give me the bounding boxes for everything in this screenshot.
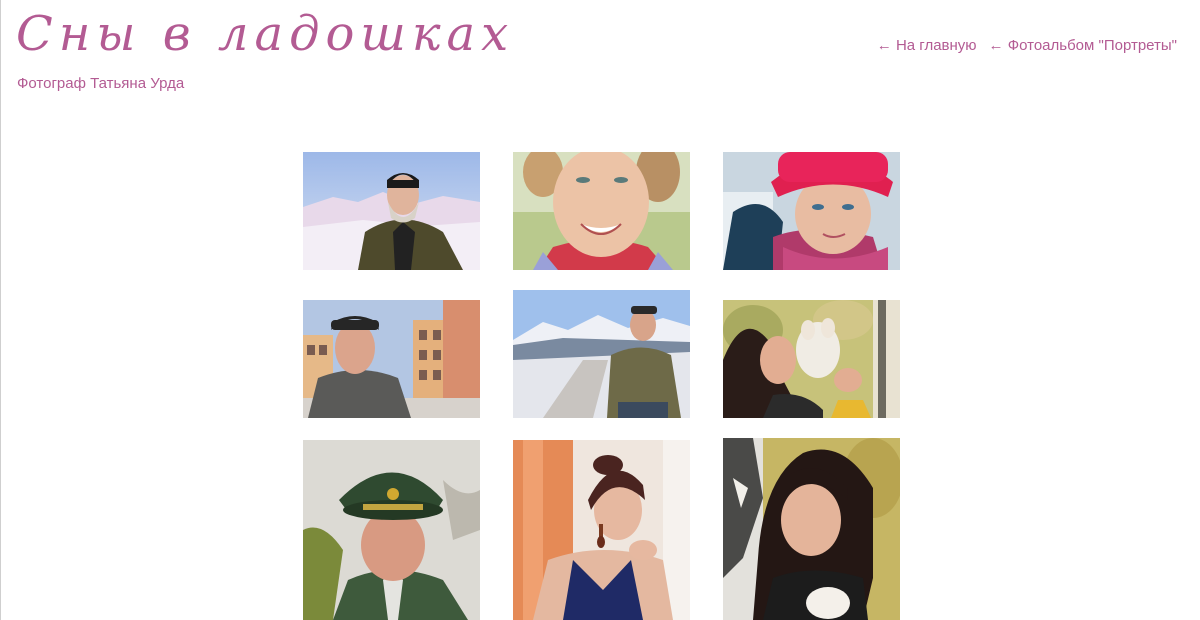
photo-gallery (1, 0, 1200, 620)
photo-thumbnail[interactable] (303, 440, 480, 620)
portrait-image (723, 300, 900, 418)
portrait-image (723, 438, 900, 620)
portrait-image (303, 152, 480, 270)
portrait-image (723, 152, 900, 270)
photo-thumbnail[interactable] (513, 440, 690, 620)
photo-thumbnail[interactable] (303, 300, 480, 418)
photo-thumbnail[interactable] (513, 152, 690, 270)
portrait-image (303, 300, 480, 418)
photo-thumbnail[interactable] (303, 152, 480, 270)
photo-thumbnail[interactable] (723, 152, 900, 270)
photo-thumbnail[interactable] (513, 290, 690, 418)
portrait-image (303, 440, 480, 620)
portrait-image (513, 440, 690, 620)
photo-thumbnail[interactable] (723, 438, 900, 620)
photo-thumbnail[interactable] (723, 300, 900, 418)
portrait-image (513, 290, 690, 418)
portrait-image (513, 152, 690, 270)
